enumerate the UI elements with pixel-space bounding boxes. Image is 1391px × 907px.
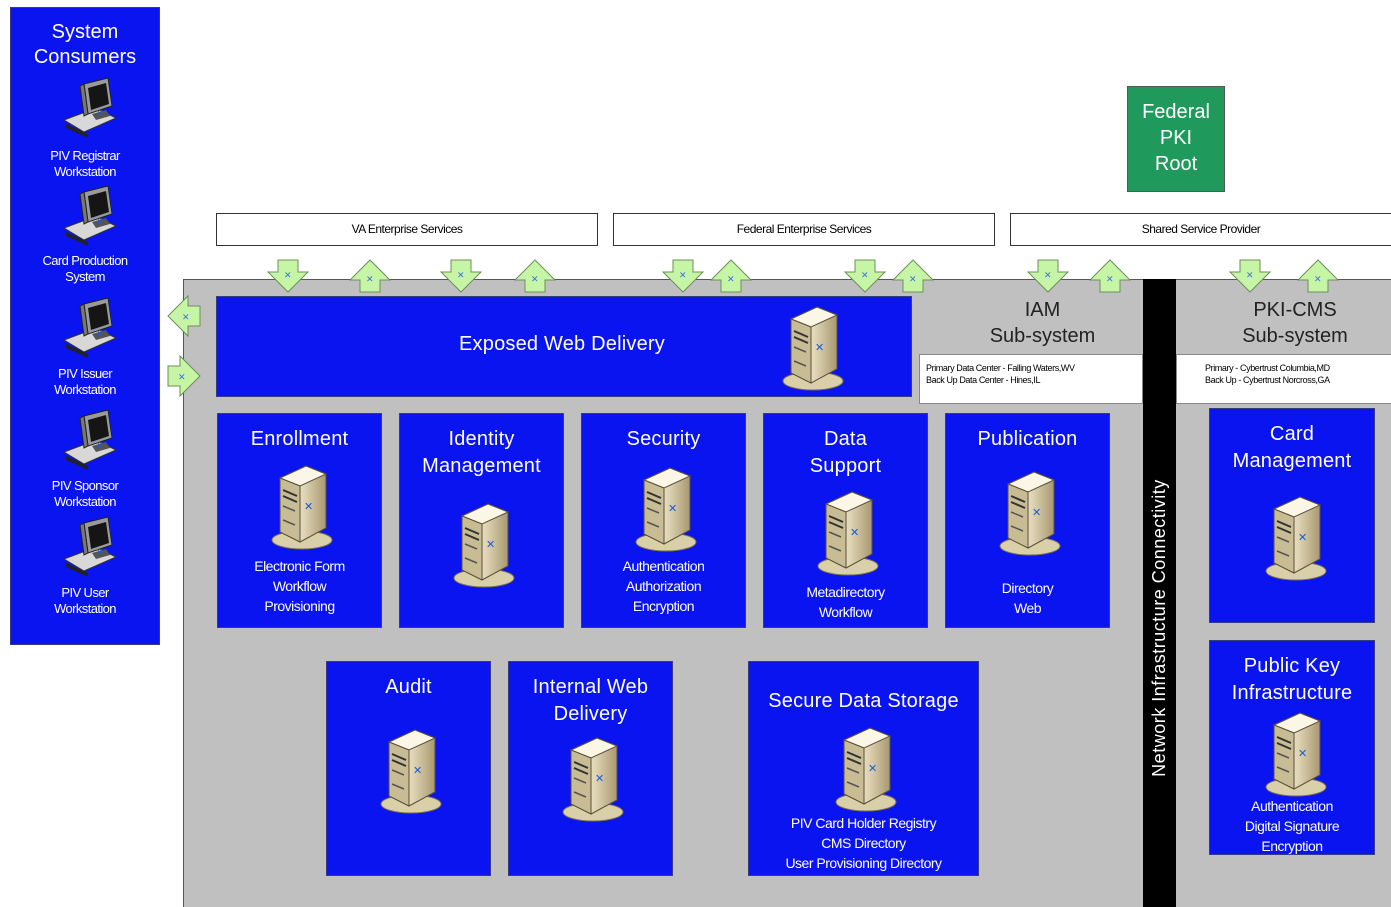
server-icon (562, 737, 624, 822)
consumer-item[interactable]: PIV Sponsor Workstation (10, 409, 160, 514)
workstation-icon (63, 516, 117, 578)
workstation-icon (63, 77, 117, 139)
workstation-icon (63, 409, 117, 471)
consumer-label: PIV Issuer Workstation (54, 366, 116, 397)
server-icon (271, 465, 333, 550)
server-icon (453, 503, 515, 588)
workstation-icon (63, 297, 117, 359)
component-title: Public Key Infrastructure (1231, 655, 1353, 704)
server-icon (817, 491, 879, 576)
data-support-component[interactable]: Data Support Metadirectory Workflow (763, 413, 928, 628)
server-icon (835, 727, 897, 812)
consumer-item[interactable]: PIV Registrar Workstation (10, 77, 160, 182)
component-title: Secure Data Storage (768, 690, 959, 712)
server-icon (380, 729, 442, 814)
server-icon (635, 467, 697, 552)
component-title: Identity Management (422, 428, 541, 477)
security-component[interactable]: Security Authentication Authorization En… (581, 413, 746, 628)
component-capabilities: Electronic Form Workflow Provisioning (254, 558, 345, 614)
exposed-web-delivery-title: Exposed Web Delivery (459, 333, 665, 355)
shared-service-provider[interactable]: Shared Service Provider (1010, 213, 1391, 246)
federal-pki-root-label: Federal PKI Root (1142, 101, 1210, 175)
identity-management-component[interactable]: Identity Management (399, 413, 564, 628)
system-consumers-title: System Consumers (33, 21, 137, 68)
component-title: Card Management (1232, 423, 1352, 472)
server-icon (782, 306, 844, 391)
consumer-item[interactable]: PIV User Workstation (10, 516, 160, 621)
audit-component[interactable]: Audit (326, 661, 491, 876)
network-connectivity-label: Network Infrastructure Connectivity (1149, 479, 1169, 777)
component-title: Internal Web Delivery (532, 676, 649, 725)
workstation-icon (63, 185, 117, 247)
component-title: Audit (385, 676, 432, 698)
component-capabilities: Metadirectory Workflow (806, 584, 885, 620)
consumer-item[interactable]: Card Production System (10, 185, 160, 290)
iam-subsystem-title: IAM Sub-system (989, 299, 1096, 347)
iam-location-note: Primary Data Center - Falling Waters,WV … (919, 354, 1143, 404)
component-title: Data Support (809, 428, 882, 477)
pki-cms-location-note: Primary - Cybertrust Columbia,MD Back Up… (1176, 354, 1391, 404)
enrollment-component[interactable]: Enrollment Electronic Form Workflow Prov… (217, 413, 382, 628)
exposed-web-delivery[interactable]: Exposed Web Delivery (216, 296, 912, 397)
component-title: Enrollment (250, 428, 349, 450)
component-title: Security (626, 428, 701, 450)
component-capabilities: Authentication Digital Signature Encrypt… (1244, 798, 1340, 854)
server-icon (1265, 496, 1327, 581)
server-icon (1265, 712, 1327, 797)
consumer-label: Card Production System (42, 253, 129, 284)
public-key-infrastructure-component[interactable]: Public Key Infrastructure Authentication… (1209, 640, 1375, 855)
component-capabilities: PIV Card Holder Registry CMS Directory U… (785, 815, 942, 871)
consumer-item[interactable]: PIV Issuer Workstation (10, 297, 160, 402)
card-management-component[interactable]: Card Management (1209, 408, 1375, 623)
secure-data-storage-component[interactable]: Secure Data Storage PIV Card Holder Regi… (748, 661, 979, 876)
consumer-label: PIV Registrar Workstation (50, 148, 120, 179)
component-title: Publication (977, 428, 1078, 450)
federal-pki-root[interactable]: Federal PKI Root (1127, 86, 1225, 192)
server-icon (999, 471, 1061, 556)
component-capabilities: Authentication Authorization Encryption (622, 558, 705, 614)
va-enterprise-services[interactable]: VA Enterprise Services (216, 213, 598, 246)
consumer-label: PIV User Workstation (54, 585, 116, 616)
publication-component[interactable]: Publication Directory Web (945, 413, 1110, 628)
internal-web-delivery-component[interactable]: Internal Web Delivery (508, 661, 673, 876)
federal-enterprise-services[interactable]: Federal Enterprise Services (613, 213, 995, 246)
component-capabilities: Directory Web (1001, 580, 1054, 616)
pki-cms-subsystem-title: PKI-CMS Sub-system (1242, 299, 1348, 347)
consumer-label: PIV Sponsor Workstation (51, 478, 119, 509)
